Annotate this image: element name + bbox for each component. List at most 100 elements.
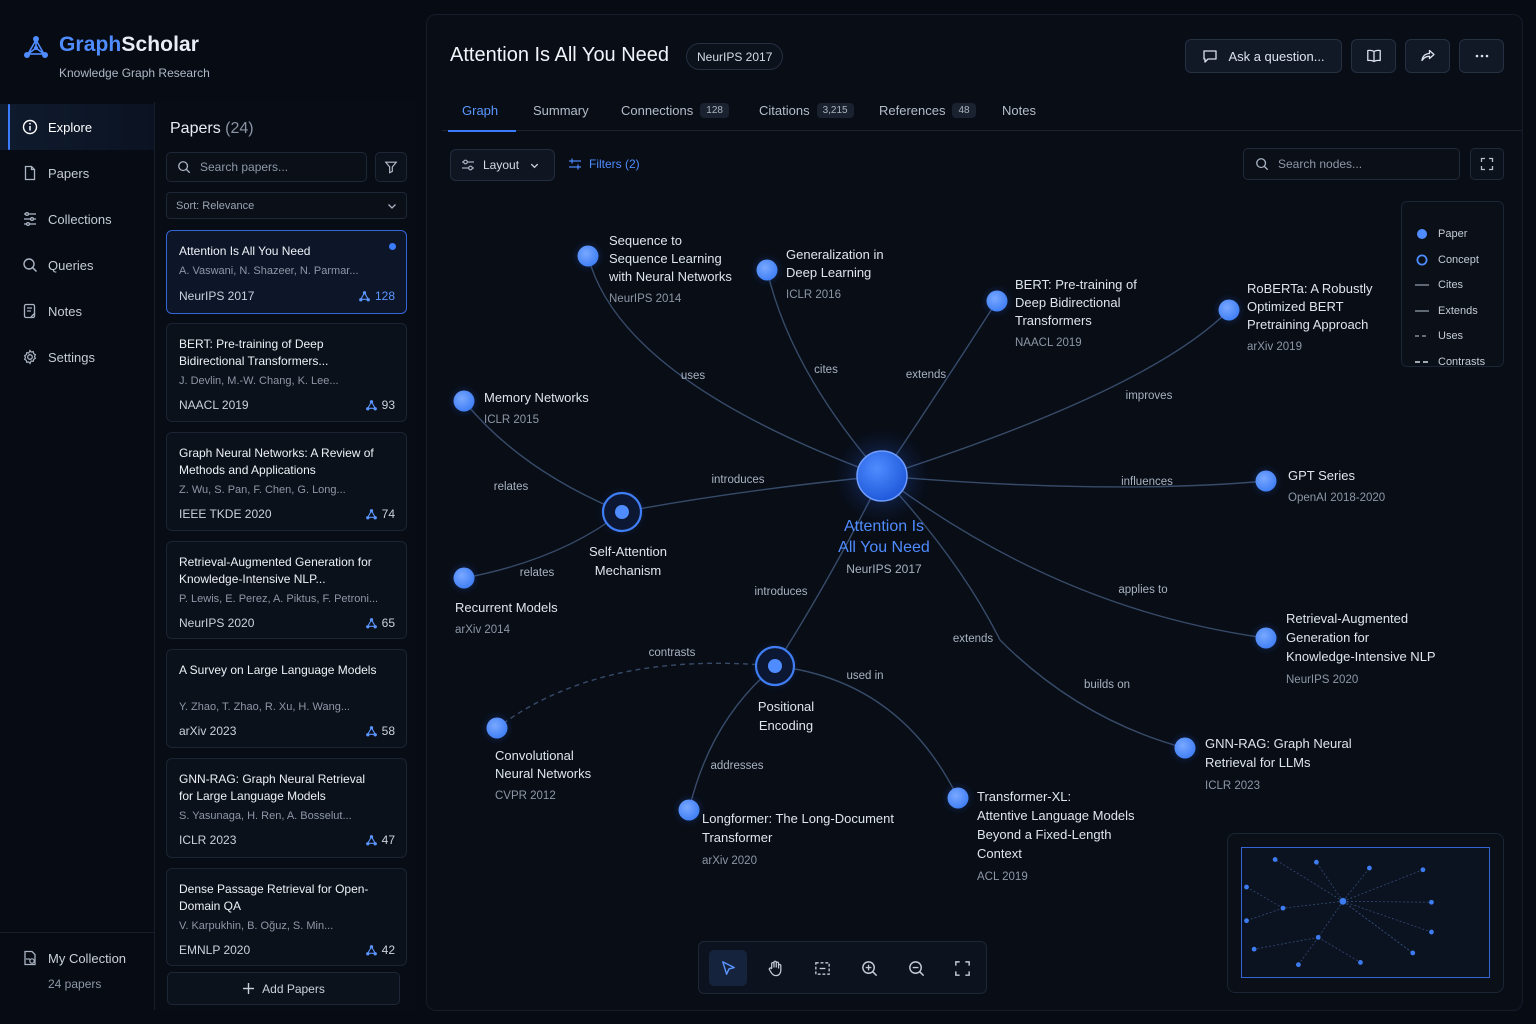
- filters-toggle[interactable]: Filters (2): [568, 157, 640, 171]
- nav-label: Settings: [48, 349, 95, 365]
- filter-button[interactable]: [375, 152, 407, 182]
- paper-node-dot: [453, 567, 475, 589]
- graph-nodes-icon: [358, 290, 371, 303]
- paper-authors: P. Lewis, E. Perez, A. Piktus, F. Petron…: [179, 593, 379, 605]
- paper-connections: 47: [365, 833, 395, 847]
- nav-item-collections[interactable]: Collections: [0, 196, 154, 242]
- paper-card[interactable]: BERT: Pre-training of Deep Bidirectional…: [166, 323, 407, 422]
- my-collection-count: 24 papers: [48, 977, 102, 991]
- venue-badge: NeurIPS 2017: [686, 43, 784, 70]
- active-indicator: [389, 243, 396, 250]
- minimap-viewport[interactable]: [1241, 847, 1490, 978]
- paper-venue: IEEE TKDE 2020: [179, 507, 272, 521]
- tab-connections[interactable]: Connections 128: [621, 89, 729, 131]
- paper-node-dot: [1255, 470, 1277, 492]
- paper-node[interactable]: [1249, 464, 1283, 498]
- paper-node[interactable]: [571, 239, 605, 273]
- select-tool-button[interactable]: [709, 950, 747, 986]
- pan-tool-button[interactable]: [756, 950, 794, 986]
- more-button[interactable]: [1459, 39, 1504, 73]
- graph-nodes-icon: [365, 944, 378, 957]
- collections-icon: [22, 211, 38, 227]
- nav-item-explore[interactable]: Explore: [0, 104, 154, 150]
- paper-node[interactable]: [447, 384, 481, 418]
- share-icon: [1420, 48, 1436, 64]
- papers-search-input[interactable]: [200, 160, 360, 174]
- tab-graph[interactable]: Graph: [447, 89, 517, 132]
- paper-node[interactable]: [672, 793, 706, 827]
- nav-item-papers[interactable]: Papers: [0, 150, 154, 196]
- chevron-down-icon: [386, 200, 398, 212]
- paper-node[interactable]: [1249, 621, 1283, 655]
- legend-paper: Paper: [1415, 226, 1467, 242]
- center-paper-node[interactable]: [856, 450, 908, 502]
- layout-label: Layout: [483, 158, 520, 172]
- legend-contrasts: Contrasts: [1415, 356, 1486, 368]
- layout-dropdown[interactable]: Layout: [450, 149, 555, 181]
- paper-node[interactable]: [447, 561, 481, 595]
- graph-legend: Paper Concept Cites Extends Uses Contras…: [1401, 201, 1504, 368]
- paper-node[interactable]: [941, 781, 975, 815]
- tab-bar: Graph Summary Connections 128 Citations 3,…: [442, 89, 1522, 132]
- papers-search[interactable]: [166, 152, 367, 182]
- tab-notes[interactable]: Notes: [1002, 89, 1036, 131]
- tab-citations[interactable]: Citations 3,215: [759, 89, 854, 131]
- paper-node[interactable]: [750, 253, 784, 287]
- filter-icon: [384, 160, 398, 174]
- filters-label: Filters (2): [589, 157, 640, 171]
- chat-icon: [1202, 48, 1218, 64]
- brand: GraphScholar Knowledge Graph Research: [22, 32, 222, 82]
- paper-node[interactable]: [480, 711, 514, 745]
- add-papers-button[interactable]: Add Papers: [167, 972, 400, 1005]
- nav-item-notes[interactable]: Notes: [0, 288, 154, 334]
- node-search-input[interactable]: [1278, 157, 1448, 171]
- paper-card[interactable]: Attention Is All You Need A. Vaswani, N. …: [166, 230, 407, 314]
- node-search[interactable]: [1243, 148, 1460, 180]
- concept-node-core: [615, 505, 629, 519]
- paper-node-dot: [486, 717, 508, 739]
- tab-summary[interactable]: Summary: [533, 89, 589, 131]
- paper-card[interactable]: Dense Passage Retrieval for Open-Domain …: [166, 868, 407, 966]
- paper-authors: J. Devlin, M.-W. Chang, K. Lee...: [179, 375, 339, 387]
- my-collection[interactable]: My Collection 24 papers: [22, 950, 152, 996]
- nav-item-settings[interactable]: Settings: [0, 334, 154, 380]
- papers-heading: Papers (24): [170, 120, 254, 137]
- concept-node[interactable]: [749, 640, 801, 692]
- zoom-in-tool-button[interactable]: [850, 950, 888, 986]
- minimap[interactable]: [1227, 833, 1504, 993]
- ask-question-label: Ask a question...: [1228, 48, 1325, 64]
- paper-connections: 93: [365, 398, 395, 412]
- legend-uses: Uses: [1415, 330, 1464, 342]
- collection-divider: [0, 932, 154, 933]
- zoom-out-tool-button[interactable]: [897, 950, 935, 986]
- plus-icon: [242, 982, 255, 995]
- paper-connections: 42: [365, 943, 395, 957]
- notes-icon: [22, 303, 38, 319]
- concept-node[interactable]: [596, 486, 648, 538]
- graph-toolbar: [698, 941, 987, 994]
- paper-card[interactable]: Graph Neural Networks: A Review of Metho…: [166, 432, 407, 531]
- graph-nodes-icon: [365, 834, 378, 847]
- read-button[interactable]: [1351, 39, 1396, 73]
- paper-node[interactable]: [1168, 731, 1202, 765]
- fullscreen-button[interactable]: [1470, 148, 1504, 180]
- box-select-tool-button[interactable]: [803, 950, 841, 986]
- paper-card[interactable]: Retrieval-Augmented Generation for Knowl…: [166, 541, 407, 639]
- ask-question-button[interactable]: Ask a question...: [1185, 39, 1342, 73]
- tab-references[interactable]: References 48: [879, 89, 976, 131]
- paper-card[interactable]: GNN-RAG: Graph Neural Retrieval for Larg…: [166, 758, 407, 858]
- chevron-down-icon: [529, 160, 540, 171]
- paper-venue: NAACL 2019: [179, 398, 249, 412]
- nav-item-queries[interactable]: Queries: [0, 242, 154, 288]
- nav-label: Explore: [48, 119, 93, 135]
- paper-card[interactable]: A Survey on Large Language Models Y. Zhao…: [166, 649, 407, 748]
- paper-node[interactable]: [980, 284, 1014, 318]
- sort-select[interactable]: Sort: Relevance: [166, 192, 407, 219]
- share-button[interactable]: [1405, 39, 1450, 73]
- nav-label: Collections: [48, 211, 112, 227]
- paper-node[interactable]: [1212, 293, 1246, 327]
- fit-view-tool-button[interactable]: [943, 950, 981, 986]
- graph-nodes-icon: [365, 725, 378, 738]
- paper-connections: 128: [358, 289, 395, 303]
- nav-label: Notes: [48, 303, 82, 319]
